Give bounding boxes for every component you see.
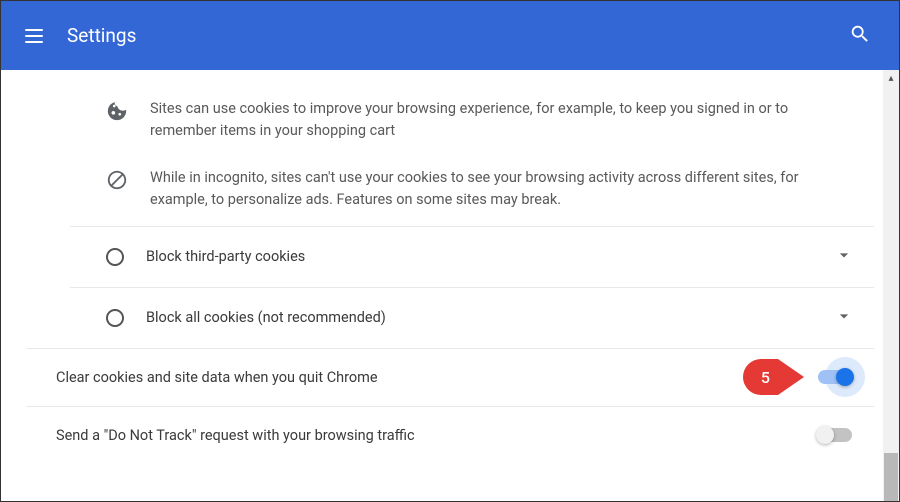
do-not-track-toggle[interactable] [818,428,852,442]
clear-on-quit-toggle[interactable] [818,370,852,384]
chevron-down-icon [834,245,854,269]
do-not-track-label: Send a "Do Not Track" request with your … [56,427,818,444]
incognito-info-block: While in incognito, sites can't use your… [26,157,874,226]
settings-header: Settings [1,1,899,70]
block-third-party-label: Block third-party cookies [146,248,834,265]
page-title: Settings [67,24,136,47]
header-left: Settings [21,24,136,47]
menu-icon[interactable] [21,25,47,47]
content-area: Sites can use cookies to improve your br… [1,70,899,501]
radio-unchecked-icon [106,248,124,266]
block-icon [106,169,128,191]
scroll-up-arrow-icon[interactable]: ▴ [883,70,899,86]
incognito-info-text: While in incognito, sites can't use your… [150,167,824,212]
scrollbar-thumb[interactable] [884,453,898,501]
cookie-icon [106,100,128,122]
do-not-track-row: Send a "Do Not Track" request with your … [26,406,874,464]
block-all-option[interactable]: Block all cookies (not recommended) [70,287,874,348]
annotation-pointer-icon [778,359,804,395]
clear-on-quit-label: Clear cookies and site data when you qui… [56,369,818,386]
block-third-party-option[interactable]: Block third-party cookies [70,226,874,287]
clear-on-quit-row: Clear cookies and site data when you qui… [26,348,874,406]
block-all-label: Block all cookies (not recommended) [146,309,834,326]
search-icon[interactable] [841,15,879,57]
cookies-info-text: Sites can use cookies to improve your br… [150,98,824,143]
scrollbar[interactable]: ▴ [883,70,899,501]
cookies-info-block: Sites can use cookies to improve your br… [26,70,874,157]
step-annotation: 5 [743,359,804,395]
radio-unchecked-icon [106,309,124,327]
settings-panel: Sites can use cookies to improve your br… [26,70,874,464]
annotation-number: 5 [743,359,778,395]
chevron-down-icon [834,306,854,330]
